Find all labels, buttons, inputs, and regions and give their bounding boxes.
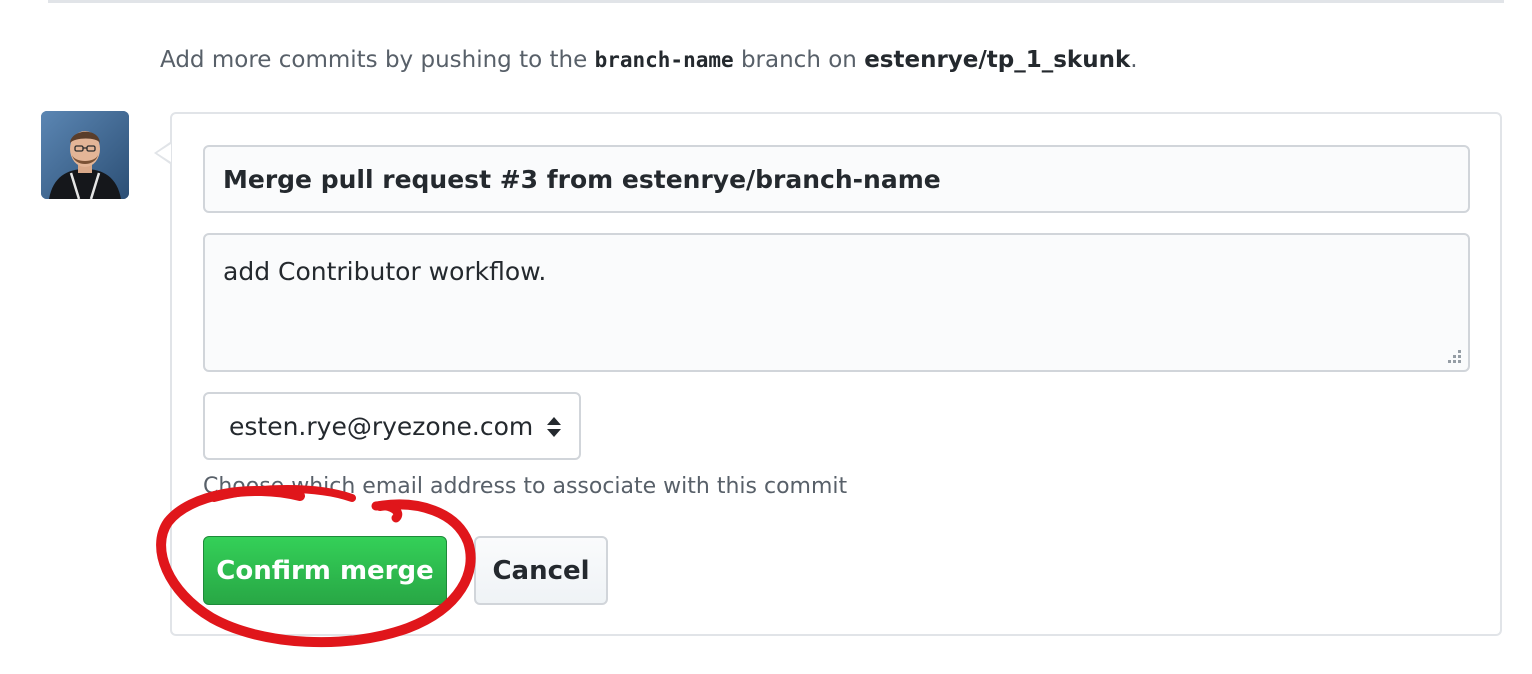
resize-grip-icon[interactable] [1444, 348, 1462, 366]
commit-title-input[interactable]: Merge pull request #3 from estenrye/bran… [203, 145, 1470, 213]
hint-prefix: Add more commits by pushing to the [160, 47, 595, 73]
email-help-text: Choose which email address to associate … [203, 474, 848, 499]
hint-middle: branch on [733, 47, 865, 73]
branch-name: branch-name [594, 48, 734, 72]
email-select-value: esten.rye@ryezone.com [229, 411, 534, 441]
repo-name: estenrye/tp_1_skunk [864, 47, 1131, 73]
commit-body-value: add Contributor workflow. [223, 257, 547, 286]
cancel-button[interactable]: Cancel [474, 536, 608, 605]
avatar-image [41, 111, 129, 199]
hint-suffix: . [1130, 47, 1138, 73]
select-arrows-icon [547, 417, 561, 437]
email-select[interactable]: esten.rye@ryezone.com [203, 392, 581, 460]
commit-title-value: Merge pull request #3 from estenrye/bran… [223, 164, 941, 194]
confirm-merge-button[interactable]: Confirm merge [203, 536, 447, 605]
top-divider [48, 0, 1504, 3]
commit-body-textarea[interactable]: add Contributor workflow. [203, 233, 1470, 372]
avatar[interactable] [41, 111, 129, 199]
push-hint: Add more commits by pushing to the branc… [160, 47, 1138, 73]
panel-caret-fill [157, 144, 171, 162]
